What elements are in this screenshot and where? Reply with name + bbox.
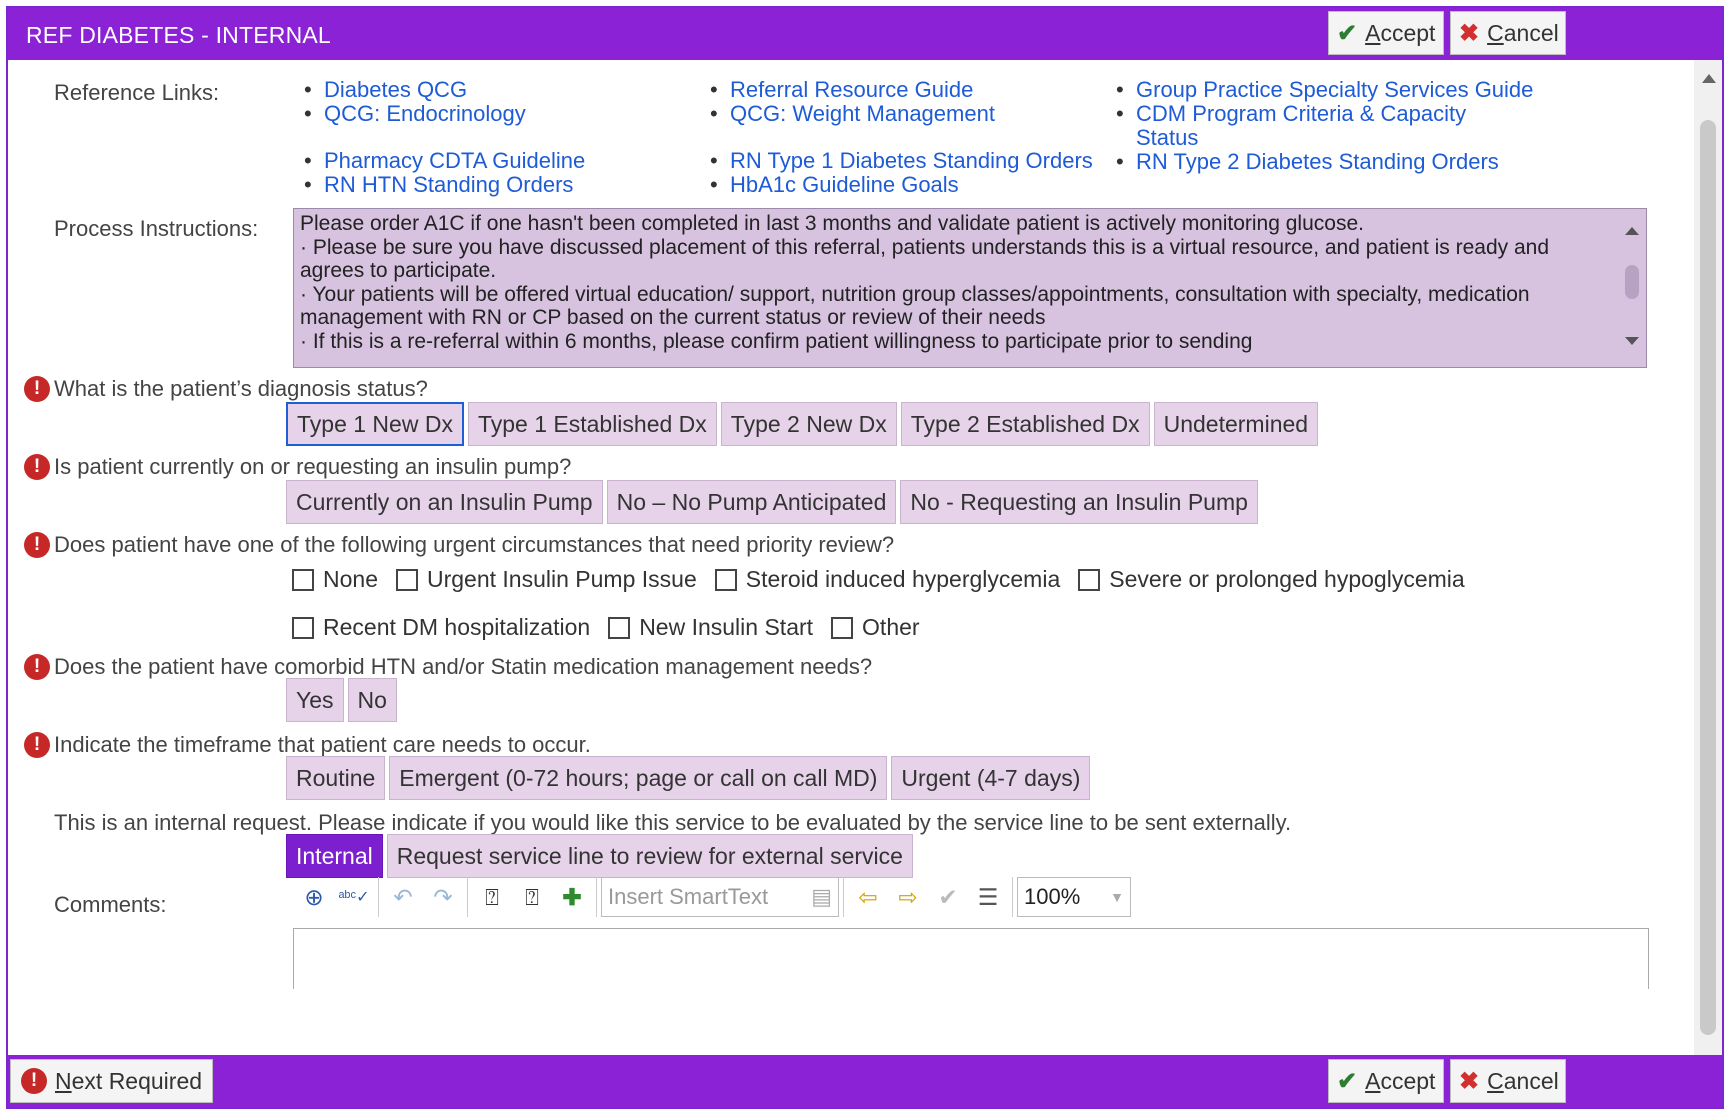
zoom-select[interactable]: 100% ▼ [1017, 877, 1131, 917]
link-qcg-weight[interactable]: QCG: Weight Management [730, 101, 995, 126]
question-htn-statin: Does the patient have comorbid HTN and/o… [54, 654, 873, 679]
mark-reviewed-icon[interactable]: ✔ [928, 877, 968, 917]
option-request-external-review[interactable]: Request service line to review for exter… [386, 834, 913, 878]
undo-icon[interactable]: ↶ [383, 877, 423, 917]
chevron-down-icon[interactable]: ▼ [1110, 889, 1124, 905]
option-type2-established[interactable]: Type 2 Established Dx [900, 402, 1150, 446]
link-hba1c-goals[interactable]: HbA1c Guideline Goals [730, 172, 959, 197]
question-diagnosis-status: What is the patient’s diagnosis status? [54, 376, 428, 401]
reference-links-label: Reference Links: [54, 80, 220, 105]
link-qcg-endocrinology[interactable]: QCG: Endocrinology [324, 101, 526, 126]
form-content: Reference Links: Diabetes QCG QCG: Endoc… [8, 60, 1694, 1055]
checkbox-other[interactable]: Other [831, 614, 920, 641]
add-icon[interactable]: ✚ [552, 877, 592, 917]
scroll-up-icon[interactable] [1625, 227, 1639, 235]
links-column-3: Group Practice Specialty Services Guide … [1114, 77, 1534, 175]
link-cdm-program[interactable]: CDM Program Criteria & Capacity Status [1136, 101, 1466, 150]
option-requesting-pump[interactable]: No - Requesting an Insulin Pump [900, 480, 1258, 524]
cancel-button-bottom[interactable]: ✖ Cancel [1450, 1059, 1566, 1103]
check-icon: ✔ [1337, 19, 1358, 47]
link-diabetes-qcg[interactable]: Diabetes QCG [324, 77, 467, 102]
dialog-title: REF DIABETES - INTERNAL [26, 22, 331, 48]
close-icon: ✖ [1459, 19, 1480, 47]
insert-list-icon[interactable]: ☰ [968, 877, 1008, 917]
option-no[interactable]: No [347, 678, 397, 722]
required-icon: ! [21, 1068, 47, 1094]
scroll-down-icon[interactable] [1625, 337, 1639, 345]
urgent-checkbox-row-1: None Urgent Insulin Pump Issue Steroid i… [292, 566, 1483, 593]
link-rn-htn[interactable]: RN HTN Standing Orders [324, 172, 573, 197]
instructions-scrollbar[interactable] [1622, 213, 1642, 363]
link-rn-type1[interactable]: RN Type 1 Diabetes Standing Orders [730, 148, 1093, 173]
checkbox-urgent-pump-issue[interactable]: Urgent Insulin Pump Issue [395, 566, 697, 593]
required-icon: ! [24, 532, 50, 558]
insert-smarttext-field[interactable]: Insert SmartText ▤ [601, 877, 839, 917]
option-undetermined[interactable]: Undetermined [1153, 402, 1319, 446]
dialog-window: REF DIABETES - INTERNAL ✔ Accept ✖ Cance… [6, 6, 1724, 1109]
link-referral-resource[interactable]: Referral Resource Guide [730, 77, 973, 102]
cancel-button-top[interactable]: ✖ Cancel [1450, 11, 1566, 55]
option-urgent[interactable]: Urgent (4-7 days) [891, 756, 1091, 800]
option-yes[interactable]: Yes [286, 678, 344, 722]
redo-icon[interactable]: ↷ [423, 877, 463, 917]
option-type1-new[interactable]: Type 1 New Dx [286, 402, 464, 446]
internal-request-text: This is an internal request. Please indi… [54, 810, 1292, 835]
required-icon: ! [24, 376, 50, 402]
comments-textarea[interactable] [293, 928, 1649, 989]
arrow-right-icon[interactable]: ⇨ [888, 877, 928, 917]
help-box-icon[interactable]: ⍰ [472, 877, 512, 917]
link-rn-type2[interactable]: RN Type 2 Diabetes Standing Orders [1136, 149, 1499, 174]
spellcheck-icon[interactable]: ᵃᵇᶜ✓ [334, 877, 374, 917]
question-insulin-pump: Is patient currently on or requesting an… [54, 454, 572, 479]
question-timeframe: Indicate the timeframe that patient care… [54, 732, 591, 757]
next-required-button[interactable]: ! Next Required [10, 1059, 214, 1103]
option-type1-established[interactable]: Type 1 Established Dx [467, 402, 717, 446]
smarttext-list-icon[interactable]: ▤ [811, 884, 832, 910]
process-instructions-label: Process Instructions: [54, 216, 259, 241]
close-icon: ✖ [1459, 1067, 1480, 1095]
option-emergent[interactable]: Emergent (0-72 hours; page or call on ca… [389, 756, 888, 800]
checkbox-recent-hospitalization[interactable]: Recent DM hospitalization [292, 614, 590, 641]
link-group-practice[interactable]: Group Practice Specialty Services Guide [1136, 77, 1533, 102]
htn-statin-options: Yes No [286, 678, 397, 722]
question-urgent-circumstances: Does patient have one of the following u… [54, 532, 895, 557]
comments-label: Comments: [54, 892, 167, 917]
links-column-2: Referral Resource Guide QCG: Weight Mana… [708, 77, 1108, 198]
timeframe-options: Routine Emergent (0-72 hours; page or ca… [286, 756, 1091, 800]
checkbox-new-insulin-start[interactable]: New Insulin Start [608, 614, 813, 641]
zoom-search-icon[interactable]: ⊕ [294, 877, 334, 917]
title-bar: REF DIABETES - INTERNAL ✔ Accept ✖ Cance… [8, 8, 1722, 60]
option-internal[interactable]: Internal [286, 834, 383, 878]
required-icon: ! [24, 654, 50, 680]
checkbox-none[interactable]: None [292, 566, 378, 593]
urgent-checkbox-row-2: Recent DM hospitalization New Insulin St… [292, 614, 938, 641]
links-column-1: Diabetes QCG QCG: Endocrinology Pharmacy… [302, 77, 692, 198]
required-icon: ! [24, 732, 50, 758]
option-no-pump-anticipated[interactable]: No – No Pump Anticipated [606, 480, 897, 524]
option-type2-new[interactable]: Type 2 New Dx [720, 402, 897, 446]
option-currently-on-pump[interactable]: Currently on an Insulin Pump [286, 480, 603, 524]
option-routine[interactable]: Routine [286, 756, 386, 800]
internal-options: Internal Request service line to review … [286, 834, 913, 878]
arrow-left-icon[interactable]: ⇦ [848, 877, 888, 917]
comments-toolbar: ⊕ ᵃᵇᶜ✓ ↶ ↷ ⍰ ⍰ ✚ Insert SmartText ▤ ⇦ ⇨ … [294, 874, 1131, 920]
required-icon: ! [24, 454, 50, 480]
checkbox-severe-hypoglycemia[interactable]: Severe or prolonged hypoglycemia [1078, 566, 1465, 593]
main-scrollbar[interactable] [1694, 60, 1722, 1055]
accept-button-bottom[interactable]: ✔ Accept [1328, 1059, 1444, 1103]
link-pharmacy-cdta[interactable]: Pharmacy CDTA Guideline [324, 148, 585, 173]
diagnosis-options: Type 1 New Dx Type 1 Established Dx Type… [286, 402, 1319, 446]
help-list-icon[interactable]: ⍰ [512, 877, 552, 917]
insulin-pump-options: Currently on an Insulin Pump No – No Pum… [286, 480, 1258, 524]
footer-bar: ! Next Required ✔ Accept ✖ Cancel [8, 1055, 1722, 1107]
checkbox-steroid-hyperglycemia[interactable]: Steroid induced hyperglycemia [714, 566, 1060, 593]
accept-button-top[interactable]: ✔ Accept [1328, 11, 1444, 55]
process-instructions-box[interactable]: Please order A1C if one hasn't been comp… [293, 208, 1647, 368]
scroll-up-icon[interactable] [1702, 74, 1716, 83]
check-icon: ✔ [1337, 1067, 1358, 1095]
